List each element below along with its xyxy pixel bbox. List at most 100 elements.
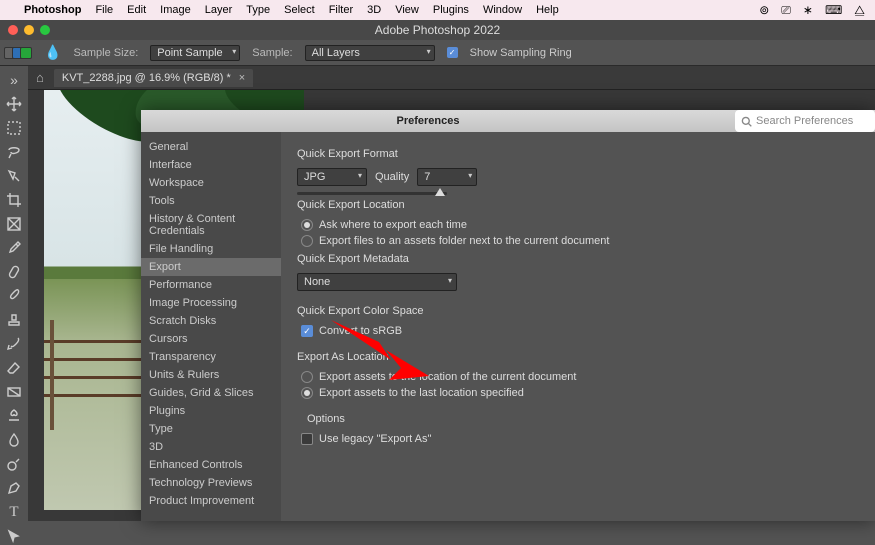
pref-cat-file-handling[interactable]: File Handling	[141, 240, 281, 258]
keyboard-icon[interactable]: ⌨︎	[825, 3, 842, 17]
legacy-export-as-checkbox[interactable]: Use legacy "Export As"	[301, 433, 859, 445]
sample-select[interactable]: All Layers	[305, 45, 435, 61]
pref-cat-type[interactable]: Type	[141, 420, 281, 438]
marquee-tool-icon[interactable]	[5, 120, 23, 136]
healing-tool-icon[interactable]	[5, 264, 23, 280]
export-as-radio-last[interactable]: Export assets to the last location speci…	[301, 387, 859, 399]
pref-cat-export[interactable]: Export	[141, 258, 281, 276]
screen-icon[interactable]: ⎚	[781, 3, 791, 18]
search-icon	[741, 116, 752, 127]
preferences-category-list: General Interface Workspace Tools Histor…	[141, 132, 281, 521]
document-tab[interactable]: KVT_2288.jpg @ 16.9% (RGB/8) * ×	[54, 69, 253, 87]
pref-cat-history[interactable]: History & Content Credentials	[141, 210, 281, 240]
eyedropper-tool-icon[interactable]	[5, 240, 23, 256]
brush-tool-icon[interactable]	[5, 288, 23, 304]
slider-thumb-icon[interactable]	[435, 188, 445, 196]
show-sampling-ring-label: Show Sampling Ring	[470, 47, 572, 59]
show-sampling-ring-checkbox[interactable]: ✓	[447, 47, 458, 58]
document-tab-label: KVT_2288.jpg @ 16.9% (RGB/8) *	[62, 72, 231, 84]
window-titlebar: Adobe Photoshop 2022	[0, 20, 875, 40]
quick-export-colorspace-heading: Quick Export Color Space	[297, 305, 859, 317]
pref-cat-3d[interactable]: 3D	[141, 438, 281, 456]
menu-edit[interactable]: Edit	[127, 4, 146, 16]
quick-export-metadata-heading: Quick Export Metadata	[297, 253, 859, 265]
menu-select[interactable]: Select	[284, 4, 315, 16]
menu-help[interactable]: Help	[536, 4, 559, 16]
frame-tool-icon[interactable]	[5, 216, 23, 232]
expand-dock-icon[interactable]: »	[5, 72, 23, 88]
pref-cat-general[interactable]: General	[141, 138, 281, 156]
menu-view[interactable]: View	[395, 4, 419, 16]
convert-srgb-checkbox[interactable]: Convert to sRGB	[301, 325, 859, 337]
pref-cat-tools[interactable]: Tools	[141, 192, 281, 210]
pref-cat-image-processing[interactable]: Image Processing	[141, 294, 281, 312]
sample-size-select[interactable]: Point Sample	[150, 45, 240, 61]
pref-cat-scratch[interactable]: Scratch Disks	[141, 312, 281, 330]
gradient-tool-icon[interactable]	[5, 384, 23, 400]
left-toolbar: » T	[0, 66, 28, 521]
pref-cat-transparency[interactable]: Transparency	[141, 348, 281, 366]
preferences-titlebar: Preferences Search Preferences	[141, 110, 875, 132]
pref-cat-performance[interactable]: Performance	[141, 276, 281, 294]
preferences-panel: Quick Export Format JPG Quality 7 Quick …	[281, 132, 875, 521]
export-location-radio-ask[interactable]: Ask where to export each time	[301, 219, 859, 231]
export-format-select[interactable]: JPG	[297, 168, 367, 186]
close-tab-icon[interactable]: ×	[239, 72, 245, 84]
preferences-search-input[interactable]: Search Preferences	[735, 110, 875, 132]
bluetooth-icon[interactable]: ∗	[803, 3, 813, 17]
quality-select[interactable]: 7	[417, 168, 477, 186]
menu-file[interactable]: File	[95, 4, 113, 16]
menu-type[interactable]: Type	[246, 4, 270, 16]
options-heading: Options	[307, 413, 859, 425]
preferences-title: Preferences	[141, 115, 715, 127]
home-icon[interactable]: ⌂	[36, 70, 44, 85]
metadata-select[interactable]: None	[297, 273, 457, 291]
pref-cat-workspace[interactable]: Workspace	[141, 174, 281, 192]
pref-cat-guides[interactable]: Guides, Grid & Slices	[141, 384, 281, 402]
path-select-tool-icon[interactable]	[5, 529, 23, 545]
export-as-location-heading: Export As Location	[297, 351, 859, 363]
type-tool-icon[interactable]: T	[5, 504, 23, 521]
lasso-tool-icon[interactable]	[5, 144, 23, 160]
pref-cat-plugins[interactable]: Plugins	[141, 402, 281, 420]
options-bar: 💧 Sample Size: Point Sample Sample: All …	[0, 40, 875, 66]
tool-preset-icon[interactable]	[8, 47, 32, 59]
menu-window[interactable]: Window	[483, 4, 522, 16]
pref-cat-interface[interactable]: Interface	[141, 156, 281, 174]
pen-tool-icon[interactable]	[5, 480, 23, 496]
menu-3d[interactable]: 3D	[367, 4, 381, 16]
quick-export-format-heading: Quick Export Format	[297, 148, 859, 160]
eyedropper-tool-icon[interactable]: 💧	[44, 44, 61, 61]
blur-tool-icon[interactable]	[5, 432, 23, 448]
quality-slider[interactable]	[297, 192, 447, 195]
quality-label: Quality	[375, 171, 409, 183]
quick-export-location-heading: Quick Export Location	[297, 199, 859, 211]
history-brush-tool-icon[interactable]	[5, 336, 23, 352]
pref-cat-product-improvement[interactable]: Product Improvement	[141, 492, 281, 510]
sample-label: Sample:	[252, 47, 292, 59]
preferences-dialog: Preferences Search Preferences General I…	[141, 110, 875, 521]
crop-tool-icon[interactable]	[5, 192, 23, 208]
creative-cloud-icon[interactable]: ⊚	[759, 3, 769, 17]
app-menu[interactable]: Photoshop	[24, 4, 81, 16]
window-title: Adobe Photoshop 2022	[0, 23, 875, 37]
quick-select-tool-icon[interactable]	[5, 168, 23, 184]
document-tabstrip: ⌂ KVT_2288.jpg @ 16.9% (RGB/8) * ×	[28, 66, 875, 90]
macos-menu-bar: Photoshop File Edit Image Layer Type Sel…	[0, 0, 875, 20]
export-as-radio-current[interactable]: Export assets to the location of the cur…	[301, 371, 859, 383]
pref-cat-units[interactable]: Units & Rulers	[141, 366, 281, 384]
menu-plugins[interactable]: Plugins	[433, 4, 469, 16]
pref-cat-enhanced[interactable]: Enhanced Controls	[141, 456, 281, 474]
menu-layer[interactable]: Layer	[205, 4, 233, 16]
stamp-tool-icon[interactable]	[5, 312, 23, 328]
export-location-radio-assets[interactable]: Export files to an assets folder next to…	[301, 235, 859, 247]
menu-filter[interactable]: Filter	[329, 4, 353, 16]
menu-image[interactable]: Image	[160, 4, 191, 16]
pref-cat-tech-previews[interactable]: Technology Previews	[141, 474, 281, 492]
wifi-icon[interactable]: ⧋	[854, 3, 865, 18]
pref-cat-cursors[interactable]: Cursors	[141, 330, 281, 348]
dodge-tool-icon[interactable]	[5, 456, 23, 472]
eraser-tool-icon[interactable]	[5, 360, 23, 376]
bucket-tool-icon[interactable]	[5, 408, 23, 424]
move-tool-icon[interactable]	[5, 96, 23, 112]
